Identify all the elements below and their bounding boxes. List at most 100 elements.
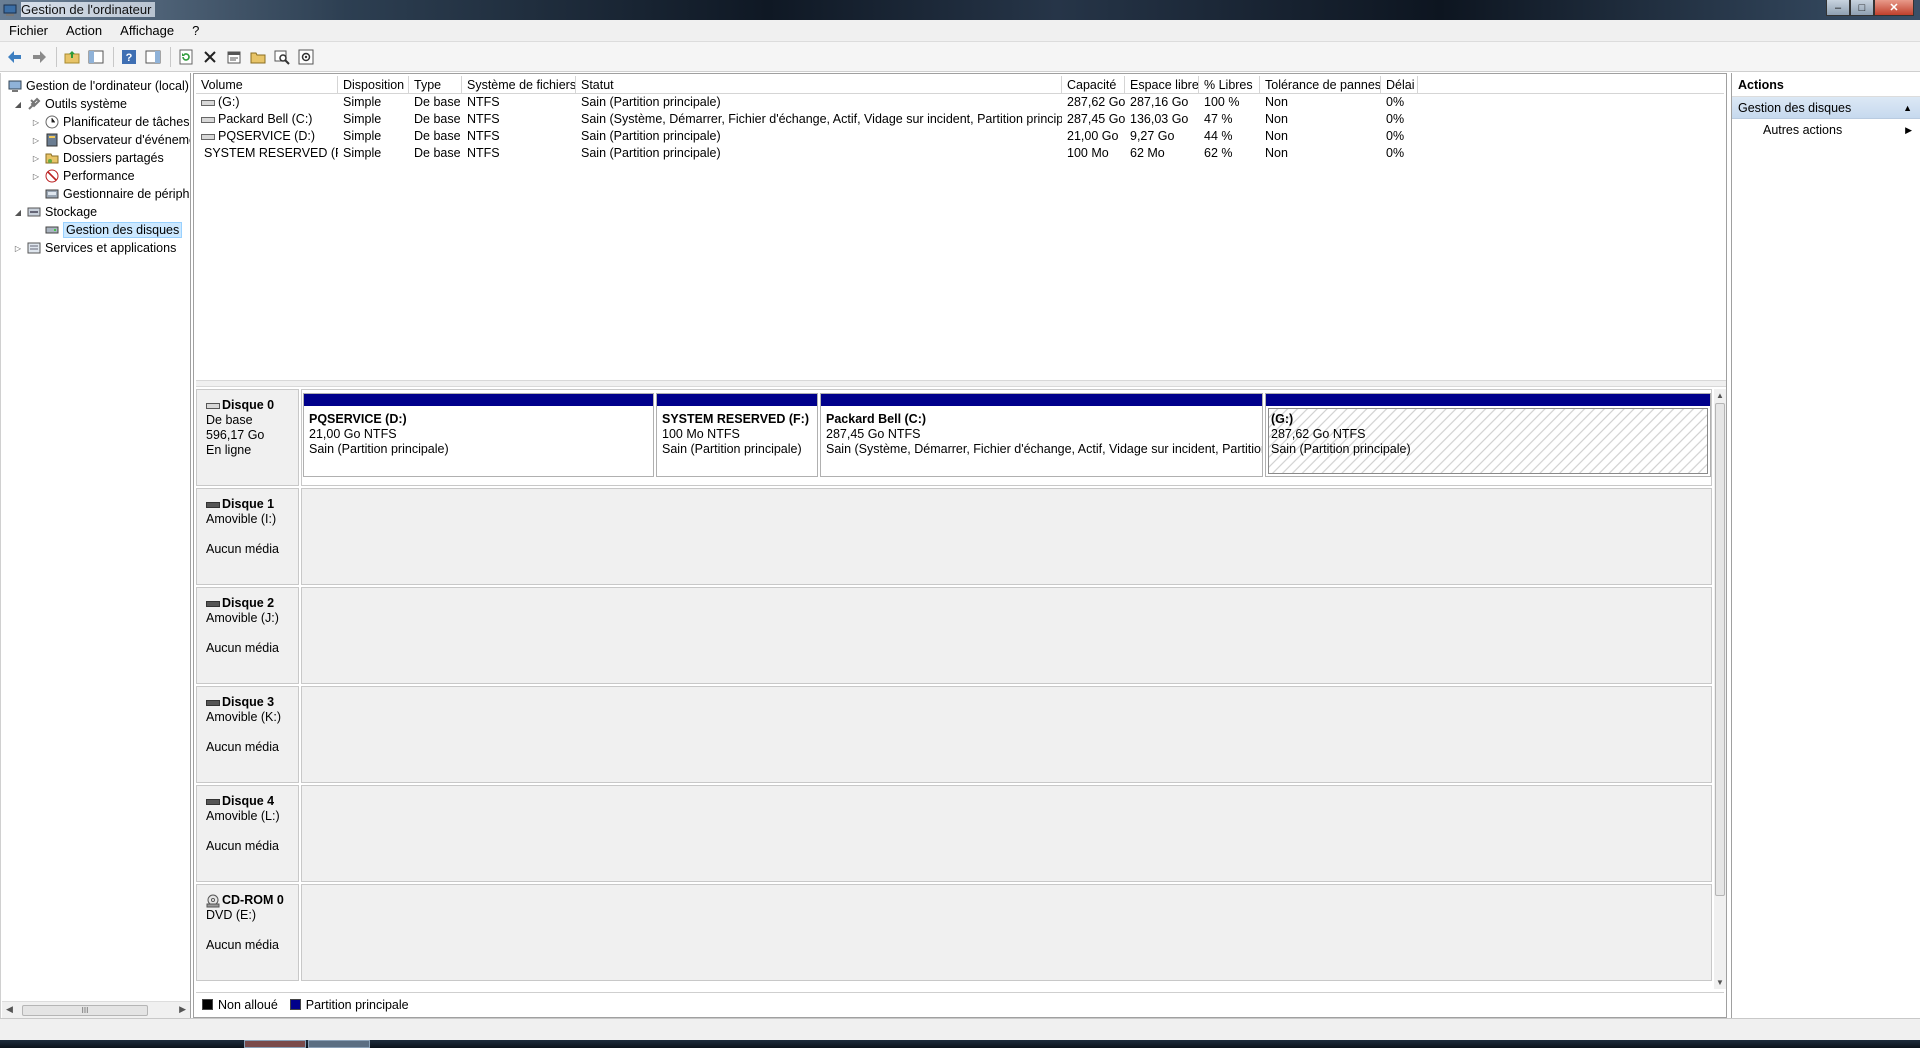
cell-disposition: Simple — [343, 95, 382, 109]
tree-item-services[interactable]: ▷ Services et applications — [13, 239, 176, 257]
disk-kind: Amovible (K:) — [206, 710, 282, 724]
disk-view-vertical-scrollbar[interactable]: ▲ ▼ — [1714, 389, 1726, 989]
legend-swatch-primary — [289, 999, 301, 1010]
tree-horizontal-scrollbar[interactable]: ◀ III ▶ — [2, 1001, 190, 1018]
scroll-thumb[interactable]: III — [22, 1005, 148, 1016]
partition-g[interactable]: (G:) 287,62 Go NTFS Sain (Partition prin… — [1265, 393, 1711, 477]
collapse-up-icon[interactable]: ▲ — [1903, 97, 1912, 119]
table-row[interactable]: PQSERVICE (D:) Simple De base NTFS Sain … — [196, 128, 1724, 145]
disk-name: CD-ROM 0 — [222, 893, 284, 907]
scroll-thumb[interactable] — [1715, 403, 1725, 896]
tree-item-root[interactable]: Gestion de l'ordinateur (local) — [7, 77, 189, 95]
pane-splitter[interactable] — [196, 380, 1726, 387]
open-button[interactable] — [247, 46, 269, 68]
help-button[interactable]: ? — [118, 46, 140, 68]
taskbar-item[interactable] — [308, 1040, 370, 1048]
actions-section-gestion-disques[interactable]: Gestion des disques ▲ — [1732, 97, 1920, 119]
action-autres-actions[interactable]: Autres actions ▶ — [1732, 119, 1920, 141]
disk-name: Disque 3 — [222, 695, 275, 709]
cell-capacite: 100 Mo — [1067, 146, 1109, 160]
scroll-left-arrow-icon[interactable]: ◀ — [6, 1004, 13, 1015]
help-icon: ? — [122, 49, 136, 64]
tree-item-performance[interactable]: ▷ Performance — [31, 167, 135, 185]
disk-label-4[interactable]: Disque 4 Amovible (L:) Aucun média — [196, 785, 299, 882]
back-icon — [8, 50, 21, 63]
table-row[interactable]: (G:) Simple De base NTFS Sain (Partition… — [196, 94, 1724, 111]
search-button[interactable] — [271, 46, 293, 68]
disk-name: Disque 0 — [222, 398, 275, 412]
menu-action[interactable]: Action — [57, 23, 111, 38]
column-header-capacite[interactable]: Capacité — [1062, 76, 1125, 94]
column-header-disposition[interactable]: Disposition — [338, 76, 409, 94]
menu-help[interactable]: ? — [183, 23, 208, 38]
settings-button[interactable] — [295, 46, 317, 68]
expand-arrow-icon[interactable]: ▷ — [31, 136, 41, 145]
cell-tolerance: Non — [1265, 129, 1288, 143]
tree-item-observateur[interactable]: ▷ Observateur d'événeme — [31, 131, 190, 149]
forward-button[interactable] — [28, 46, 50, 68]
disk-label-0[interactable]: Disque 0 De base 596,17 Go En ligne — [196, 389, 299, 486]
menu-fichier[interactable]: Fichier — [0, 23, 57, 38]
partition-pqservice[interactable]: PQSERVICE (D:) 21,00 Go NTFS Sain (Parti… — [303, 393, 654, 477]
column-header-fs[interactable]: Système de fichiers — [462, 76, 576, 94]
disk-label-2[interactable]: Disque 2 Amovible (J:) Aucun média — [196, 587, 299, 684]
disk-label-1[interactable]: Disque 1 Amovible (I:) Aucun média — [196, 488, 299, 585]
scroll-up-arrow-icon[interactable]: ▲ — [1716, 391, 1724, 400]
properties-button[interactable] — [223, 46, 245, 68]
tree-item-outils-systeme[interactable]: ◢ Outils système — [13, 95, 127, 113]
back-button[interactable] — [4, 46, 26, 68]
close-button[interactable]: ✕ — [1874, 0, 1914, 16]
taskbar-item[interactable] — [244, 1040, 306, 1048]
disk-name: Disque 2 — [222, 596, 275, 610]
expand-arrow-icon[interactable]: ▷ — [31, 118, 41, 127]
tree-item-gestionnaire[interactable]: Gestionnaire de périphé — [44, 185, 190, 203]
cell-espace-libre: 9,27 Go — [1130, 129, 1175, 143]
forward-icon — [33, 50, 46, 63]
cell-capacite: 287,45 Go — [1067, 112, 1125, 126]
tree-item-gestion-disques[interactable]: Gestion des disques — [44, 221, 183, 239]
tree-item-planificateur[interactable]: ▷ Planificateur de tâches — [31, 113, 190, 131]
column-header-pct-libres[interactable]: % Libres — [1199, 76, 1260, 94]
refresh-button[interactable] — [175, 46, 197, 68]
volume-list-header: Volume Disposition Type Système de fichi… — [196, 76, 1724, 94]
column-header-type[interactable]: Type — [409, 76, 462, 94]
cell-volume: PQSERVICE (D:) — [196, 128, 338, 145]
cell-disposition: Simple — [343, 146, 382, 160]
expand-arrow-icon[interactable]: ▷ — [13, 244, 23, 253]
collapse-arrow-icon[interactable]: ◢ — [13, 208, 23, 217]
cell-delai: 0% — [1386, 146, 1405, 160]
show-hide-tree-button[interactable] — [85, 46, 107, 68]
delete-icon — [204, 50, 216, 63]
scroll-right-arrow-icon[interactable]: ▶ — [179, 1004, 186, 1015]
minimize-button[interactable]: – — [1826, 0, 1850, 16]
collapse-arrow-icon[interactable]: ◢ — [13, 100, 23, 109]
column-header-tolerance[interactable]: Tolérance de pannes — [1260, 76, 1381, 94]
disk-kind: De base — [206, 413, 253, 427]
disk-media: Aucun média — [206, 740, 279, 754]
column-header-delai[interactable]: Délai — [1381, 76, 1418, 94]
expand-arrow-icon[interactable]: ▷ — [31, 172, 41, 181]
menu-affichage[interactable]: Affichage — [111, 23, 183, 38]
disk-row-2: Disque 2 Amovible (J:) Aucun média — [196, 587, 1712, 684]
column-header-espace-libre[interactable]: Espace libre — [1125, 76, 1199, 94]
expand-arrow-icon[interactable]: ▷ — [31, 154, 41, 163]
tree-label: Performance — [63, 169, 135, 183]
scroll-down-arrow-icon[interactable]: ▼ — [1716, 978, 1724, 987]
maximize-button[interactable]: □ — [1850, 0, 1874, 16]
table-row[interactable]: SYSTEM RESERVED (F:) Simple De base NTFS… — [196, 145, 1724, 162]
up-folder-button[interactable] — [61, 46, 83, 68]
partition-status: Sain (Partition principale) — [309, 442, 449, 456]
tree-item-dossiers[interactable]: ▷ Dossiers partagés — [31, 149, 164, 167]
column-header-volume[interactable]: Volume — [196, 76, 338, 94]
taskbar — [0, 1040, 1920, 1048]
partition-system-reserved[interactable]: SYSTEM RESERVED (F:) 100 Mo NTFS Sain (P… — [656, 393, 818, 477]
disk-label-3[interactable]: Disque 3 Amovible (K:) Aucun média — [196, 686, 299, 783]
show-hide-action-pane-button[interactable] — [142, 46, 164, 68]
delete-button[interactable] — [199, 46, 221, 68]
tree-item-stockage[interactable]: ◢ Stockage — [13, 203, 97, 221]
table-row[interactable]: Packard Bell (C:) Simple De base NTFS Sa… — [196, 111, 1724, 128]
column-header-statut[interactable]: Statut — [576, 76, 1062, 94]
search-icon — [274, 50, 290, 65]
disk-label-cdrom-0[interactable]: CD-ROM 0 DVD (E:) Aucun média — [196, 884, 299, 981]
partition-packard-bell[interactable]: Packard Bell (C:) 287,45 Go NTFS Sain (S… — [820, 393, 1263, 477]
